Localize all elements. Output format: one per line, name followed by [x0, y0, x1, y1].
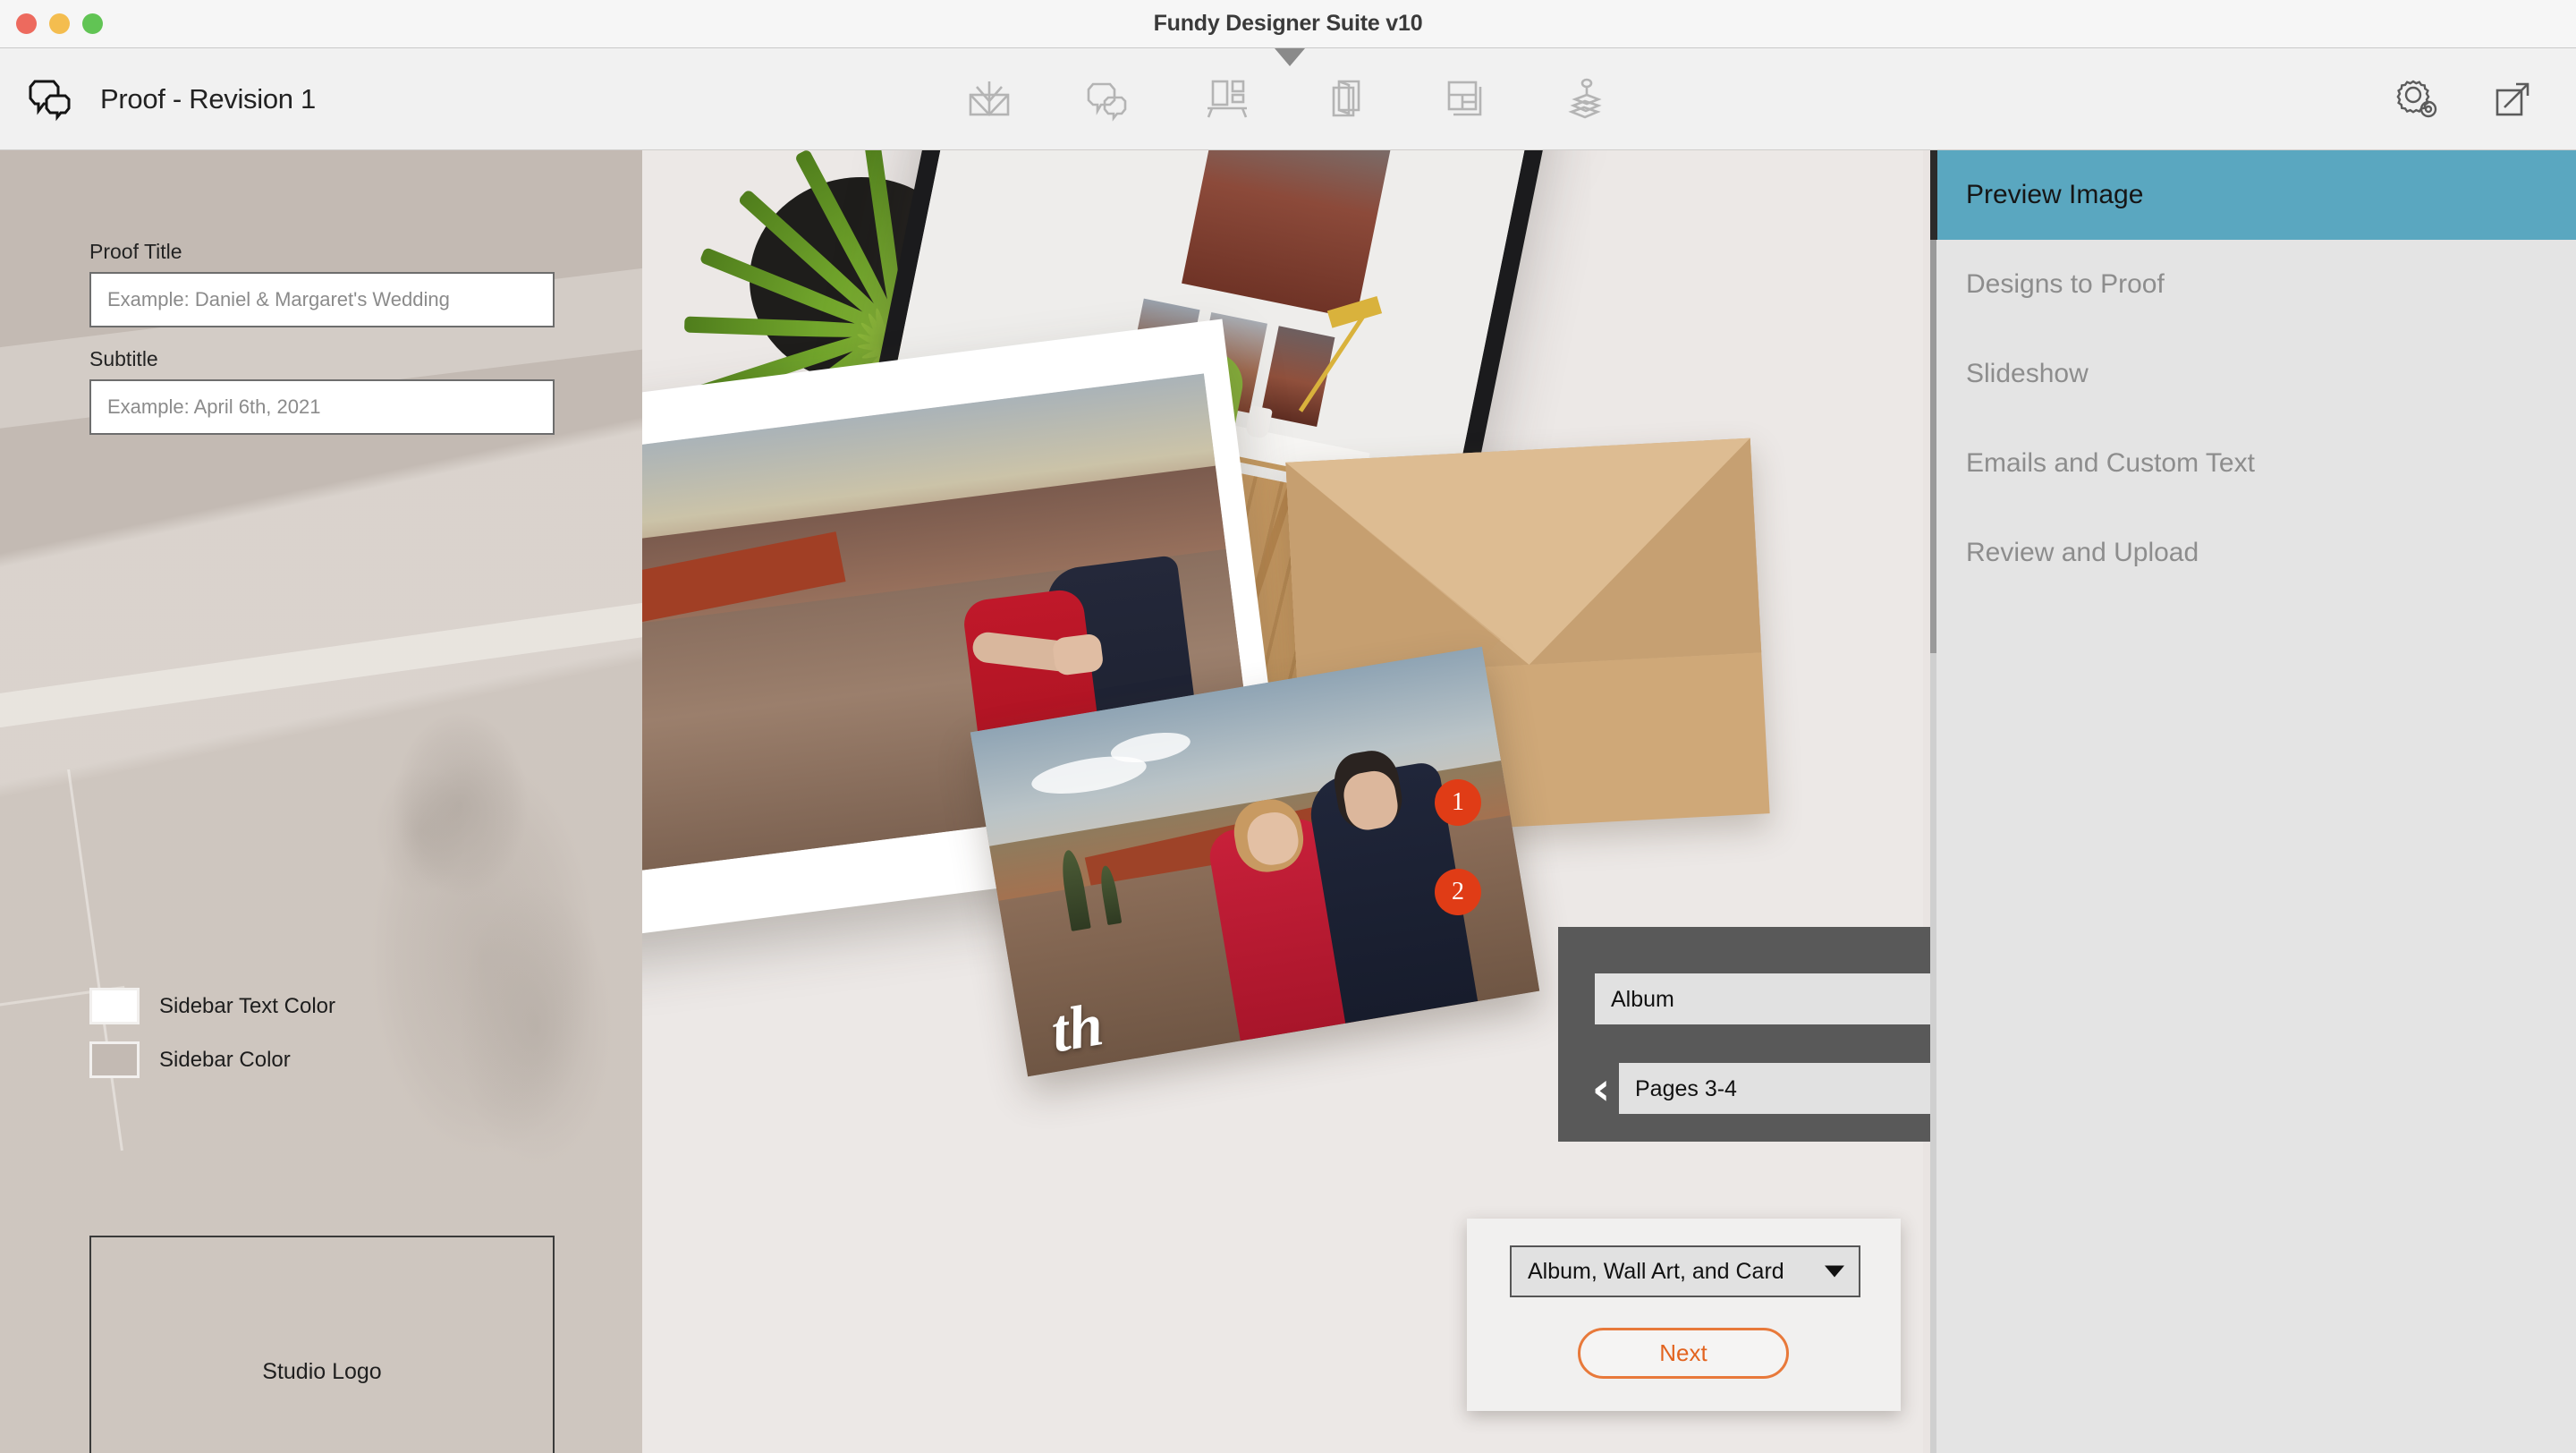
- wall-art-display-icon[interactable]: [1199, 72, 1255, 127]
- proof-wizard-nav: Preview Image Designs to Proof Slideshow…: [1930, 150, 2576, 1453]
- studio-logo-dropzone[interactable]: Studio Logo: [89, 1236, 555, 1453]
- nav-item-preview-image[interactable]: Preview Image: [1930, 150, 2576, 240]
- page-select-wrap: Pages 3-4: [1619, 1063, 1930, 1114]
- step-badge-2: 2: [1435, 869, 1481, 915]
- product-selection-dialog: Album, Wall Art, and Card Next: [1467, 1219, 1901, 1411]
- proof-title-label: Proof Title: [89, 240, 182, 263]
- nav-item-label: Review and Upload: [1966, 538, 2199, 567]
- sidebar-color-label: Sidebar Color: [159, 1047, 291, 1072]
- nav-item-review-and-upload[interactable]: Review and Upload: [1930, 508, 2576, 598]
- design-select-wrap: Album: [1595, 973, 1930, 1024]
- app-window: Fundy Designer Suite v10 Proof - Revisio…: [0, 0, 2576, 1453]
- window-titlebar: Fundy Designer Suite v10: [0, 0, 2576, 48]
- chevron-down-icon: [1825, 1265, 1844, 1278]
- product-type-select[interactable]: Album, Wall Art, and Card: [1510, 1245, 1860, 1297]
- layout-grid-icon[interactable]: [1437, 72, 1493, 127]
- expand-external-icon[interactable]: [2485, 72, 2540, 127]
- preview-design-controls: Album ‹ Pages 3-4 ›: [1558, 927, 1930, 1142]
- book-design-icon[interactable]: [962, 72, 1017, 127]
- toolbar-right-tools: [2390, 72, 2540, 127]
- stamp-icon[interactable]: [1556, 72, 1612, 127]
- nav-item-label: Designs to Proof: [1966, 269, 2165, 299]
- nav-item-designs-to-proof[interactable]: Designs to Proof: [1930, 240, 2576, 329]
- page-select-row: ‹ Pages 3-4 ›: [1583, 1063, 1930, 1114]
- product-type-value: Album, Wall Art, and Card: [1528, 1258, 1784, 1284]
- sidebar-color-swatch[interactable]: [89, 1041, 140, 1078]
- nav-item-emails-and-custom-text[interactable]: Emails and Custom Text: [1930, 419, 2576, 508]
- sidebar-text-color-swatch[interactable]: [89, 988, 140, 1024]
- album-pages-icon[interactable]: [1318, 72, 1374, 127]
- nav-item-label: Emails and Custom Text: [1966, 448, 2255, 478]
- step-badge-1: 1: [1435, 779, 1481, 826]
- design-type-select[interactable]: Album: [1595, 973, 1930, 1024]
- previous-page-arrow-icon[interactable]: ‹: [1583, 1066, 1619, 1111]
- studio-logo-placeholder-text: Studio Logo: [262, 1359, 382, 1384]
- subtitle-label: Subtitle: [89, 347, 158, 370]
- proof-title-input[interactable]: [89, 272, 555, 327]
- speech-bubbles-icon: [25, 72, 80, 127]
- main-toolbar: Proof - Revision 1: [0, 48, 2576, 150]
- next-button[interactable]: Next: [1578, 1328, 1789, 1379]
- nav-item-slideshow[interactable]: Slideshow: [1930, 329, 2576, 419]
- card-overlay-text: th: [1046, 989, 1108, 1066]
- toolbar-tools: [962, 72, 1612, 127]
- sidebar-text-color-label: Sidebar Text Color: [159, 993, 335, 1018]
- active-tool-caret-icon: [1275, 48, 1305, 66]
- design-select-row: Album: [1595, 973, 1930, 1024]
- proof-title-field-group: Proof Title: [89, 240, 555, 327]
- proof-sidebar-editor: Proof Title Subtitle Sidebar Text Color …: [0, 150, 642, 1453]
- window-title: Fundy Designer Suite v10: [1153, 11, 1423, 36]
- subtitle-input[interactable]: [89, 379, 555, 435]
- proofing-speech-bubbles-icon[interactable]: [1080, 72, 1136, 127]
- toolbar-document-area: Proof - Revision 1: [25, 72, 316, 127]
- nav-item-label: Preview Image: [1966, 180, 2144, 209]
- page-title: Proof - Revision 1: [100, 82, 316, 115]
- sidebar-color-row: Sidebar Color: [89, 1041, 291, 1078]
- panel-separator: [1923, 150, 1930, 1453]
- settings-gears-icon[interactable]: [2390, 72, 2445, 127]
- sidebar-text-color-row: Sidebar Text Color: [89, 988, 335, 1024]
- page-range-select[interactable]: Pages 3-4: [1619, 1063, 1930, 1114]
- nav-item-label: Slideshow: [1966, 359, 2089, 388]
- subtitle-field-group: Subtitle: [89, 347, 555, 435]
